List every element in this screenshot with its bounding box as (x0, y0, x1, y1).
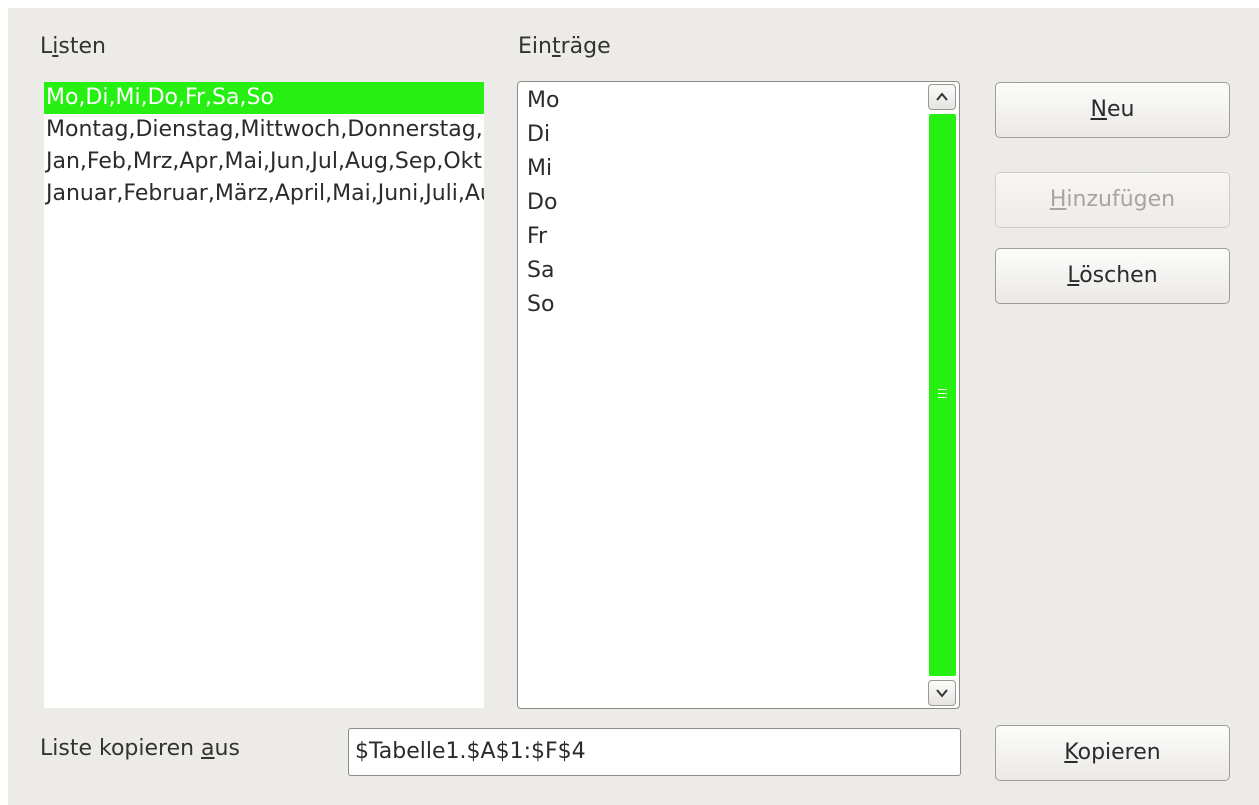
entry-line: Sa (527, 258, 555, 283)
list-item[interactable]: Jan,Feb,Mrz,Apr,Mai,Jun,Jul,Aug,Sep,Okt,… (44, 146, 484, 178)
add-button[interactable]: Hinzufügen (995, 172, 1230, 228)
entry-line: So (527, 292, 555, 317)
scroll-down-button[interactable] (928, 680, 956, 706)
copy-from-label: Liste kopieren aus (40, 736, 240, 761)
list-item[interactable]: Mo,Di,Mi,Do,Fr,Sa,So (44, 82, 484, 114)
copy-button[interactable]: Kopieren (995, 725, 1230, 781)
chevron-down-icon (936, 689, 948, 698)
entries-scrollbar[interactable] (928, 83, 958, 707)
lists-label: Listen (40, 34, 106, 59)
list-item[interactable]: Januar,Februar,März,April,Mai,Juni,Juli,… (44, 178, 484, 210)
delete-button[interactable]: Löschen (995, 248, 1230, 304)
scroll-thumb[interactable] (929, 114, 956, 676)
entries-label: Einträge (518, 34, 611, 59)
entries-textarea[interactable]: Mo Di Mi Do Fr Sa So (517, 81, 960, 709)
lists-listbox[interactable]: Mo,Di,Mi,Do,Fr,Sa,So Montag,Dienstag,Mit… (44, 82, 484, 708)
scroll-up-button[interactable] (928, 84, 956, 110)
grip-icon (938, 389, 947, 399)
chevron-up-icon (936, 92, 948, 101)
copy-from-input[interactable]: $Tabelle1.$A$1:$F$4 (348, 728, 961, 776)
entry-line: Mo (527, 88, 560, 113)
new-button[interactable]: Neu (995, 82, 1230, 138)
list-item[interactable]: Montag,Dienstag,Mittwoch,Donnerstag,Frei… (44, 114, 484, 146)
entry-line: Mi (527, 156, 553, 181)
entry-line: Do (527, 190, 558, 215)
entries-list[interactable]: Mo Di Mi Do Fr Sa So (518, 84, 918, 322)
entry-line: Fr (527, 224, 548, 249)
entry-line: Di (527, 122, 551, 147)
sort-lists-dialog: Listen Einträge Mo,Di,Mi,Do,Fr,Sa,So Mon… (8, 8, 1259, 805)
